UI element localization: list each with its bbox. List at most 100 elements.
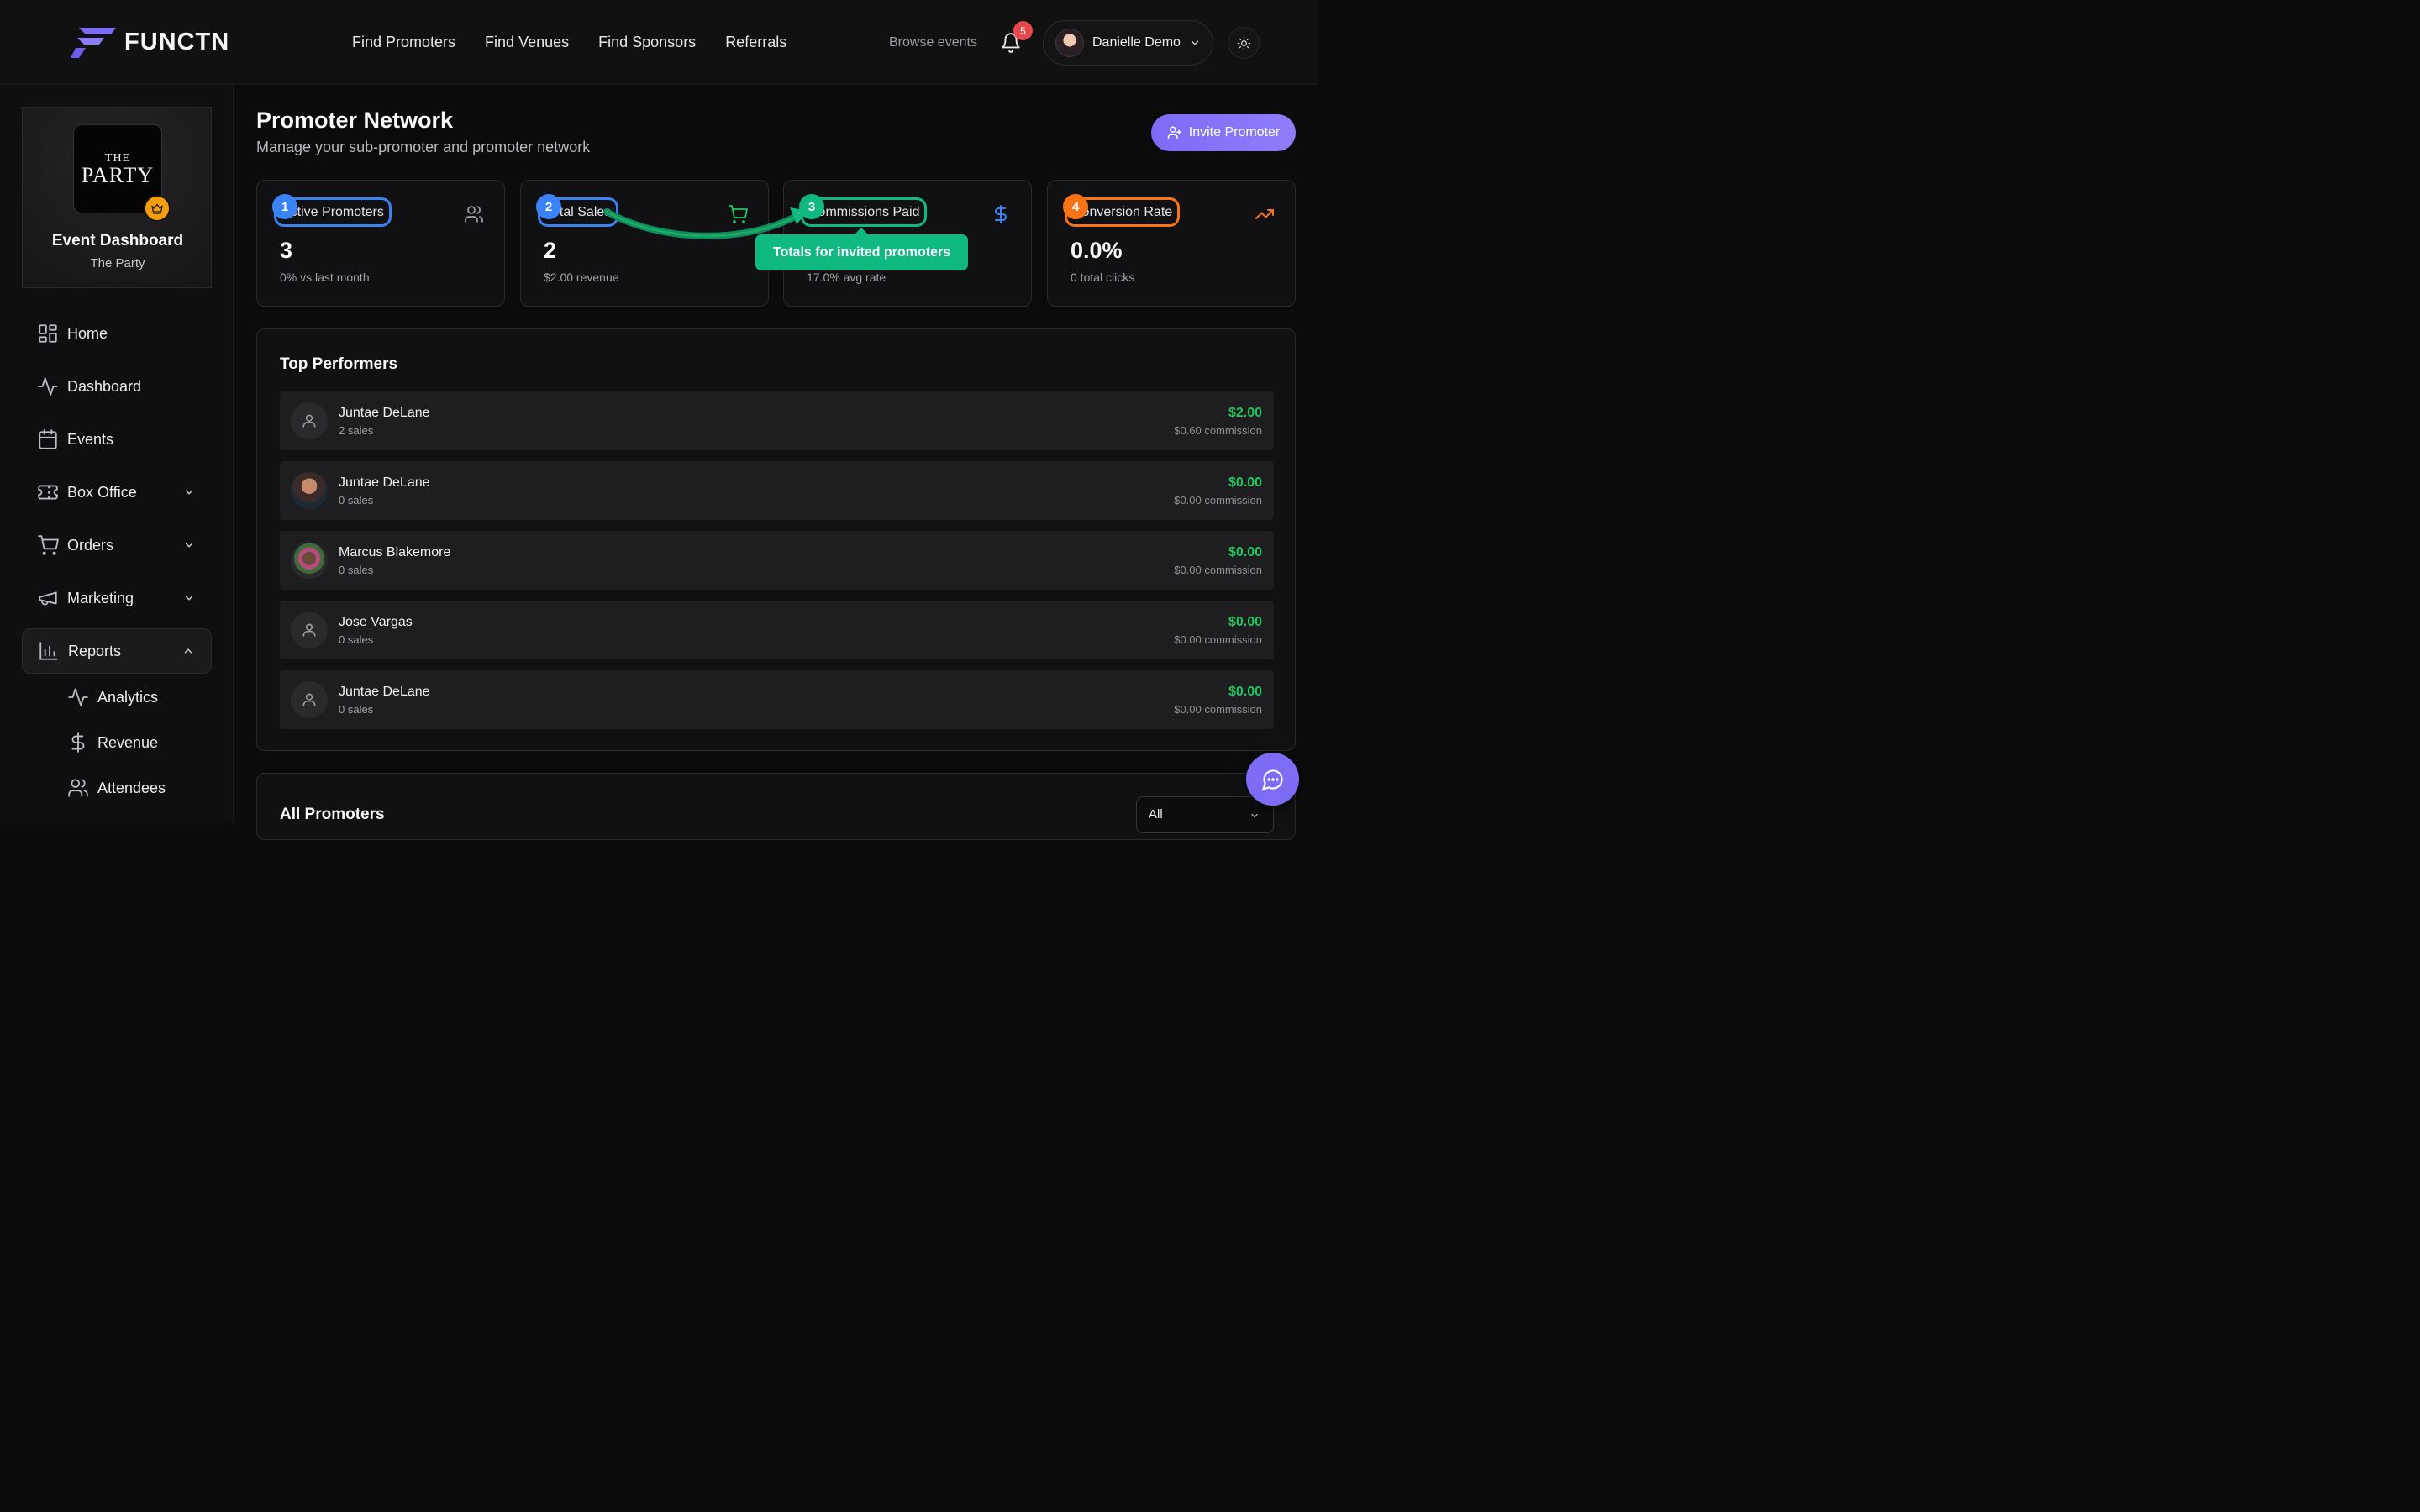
- chevron-down-icon: [1251, 813, 1258, 818]
- avatar: [291, 472, 328, 509]
- functn-logo-icon: [71, 28, 116, 58]
- chat-bubble-icon: [1261, 769, 1283, 790]
- stat-value: 2: [544, 238, 557, 263]
- sidebar-item-label: Box Office: [67, 483, 137, 501]
- nav-find-promoters[interactable]: Find Promoters: [352, 34, 455, 51]
- sidebar-item-label: Reports: [68, 642, 122, 659]
- crown-icon: [144, 195, 171, 222]
- stat-step-badge: 1: [272, 194, 297, 219]
- list-item[interactable]: Juntae DeLane 0 sales $0.00 $0.00 commis…: [280, 670, 1274, 729]
- nav-find-sponsors[interactable]: Find Sponsors: [598, 34, 696, 51]
- stat-card-conversion-rate: Conversion Rate 4 0.0% 0 total clicks: [1047, 180, 1296, 307]
- sidebar-subitem-revenue[interactable]: Revenue: [67, 732, 158, 753]
- list-item[interactable]: Jose Vargas 0 sales $0.00 $0.00 commissi…: [280, 601, 1274, 659]
- event-card[interactable]: THE PARTY Event Dashboard The Party: [22, 107, 212, 288]
- tutorial-tooltip: Totals for invited promoters: [755, 228, 968, 270]
- main-nav: Find Promoters Find Venues Find Sponsors…: [352, 34, 786, 51]
- chevron-down-icon: [185, 543, 193, 548]
- invite-promoter-button[interactable]: Invite Promoter: [1151, 114, 1296, 151]
- event-name: The Party: [90, 256, 145, 270]
- megaphone-icon: [39, 591, 57, 606]
- sidebar-item-dashboard[interactable]: Dashboard: [22, 364, 212, 409]
- sidebar-subitem-attendees[interactable]: Attendees: [67, 777, 166, 799]
- all-promoters-title: All Promoters: [280, 806, 385, 823]
- calendar-icon: [39, 429, 57, 449]
- promoter-amount: $0.00: [1228, 615, 1262, 629]
- promoter-amount: $0.00: [1228, 475, 1262, 490]
- promoter-filter-select[interactable]: All: [1136, 796, 1274, 833]
- sidebar-item-orders[interactable]: Orders: [22, 522, 212, 568]
- top-performers-panel: Top Performers Juntae DeLane 2 sales $2.…: [256, 328, 1296, 751]
- promoter-name: Juntae DeLane: [339, 685, 430, 699]
- bar-chart-icon: [39, 642, 58, 660]
- chevron-down-icon: [1191, 40, 1199, 45]
- top-navbar: FUNCTN Find Promoters Find Venues Find S…: [0, 0, 1318, 85]
- activity-icon: [68, 688, 88, 706]
- event-logo-line2: PARTY: [81, 163, 155, 187]
- activity-icon: [38, 377, 58, 396]
- promoter-sales: 0 sales: [339, 703, 374, 716]
- user-placeholder-icon: [291, 681, 328, 718]
- theme-toggle-button[interactable]: [1228, 27, 1260, 59]
- list-item[interactable]: Juntae DeLane 2 sales $2.00 $0.60 commis…: [280, 391, 1274, 450]
- nav-find-venues[interactable]: Find Venues: [485, 34, 569, 51]
- sidebar-item-box-office[interactable]: Box Office: [22, 470, 212, 515]
- event-dashboard-title: Event Dashboard: [51, 232, 184, 249]
- trending-up-icon: [1255, 209, 1274, 219]
- user-placeholder-icon: [291, 402, 328, 439]
- promoter-sales: 2 sales: [339, 424, 374, 437]
- promoter-name: Marcus Blakemore: [339, 545, 451, 559]
- brand-name: FUNCTN: [124, 28, 230, 55]
- chat-button[interactable]: [1246, 753, 1299, 806]
- sidebar-item-label: Home: [67, 324, 108, 342]
- sidebar-item-label: Dashboard: [67, 377, 142, 395]
- sidebar-item-home[interactable]: Home: [22, 311, 212, 356]
- stat-step-badge: 4: [1063, 194, 1088, 219]
- promoter-name: Jose Vargas: [339, 615, 413, 629]
- sidebar-item-label: Marketing: [67, 589, 134, 606]
- sidebar-item-label: Events: [67, 430, 114, 448]
- sidebar-item-reports[interactable]: Reports: [22, 628, 212, 674]
- promoter-commission: $0.60 commission: [1174, 424, 1262, 437]
- all-promoters-panel: All Promoters All: [256, 773, 1296, 840]
- stat-step-badge: 2: [536, 194, 561, 219]
- stat-footnote: 0 total clicks: [1071, 270, 1135, 284]
- browse-events-link[interactable]: Browse events: [889, 35, 977, 50]
- stat-footnote: 17.0% avg rate: [807, 270, 886, 284]
- chevron-down-icon: [185, 490, 193, 495]
- user-avatar: [1055, 29, 1084, 57]
- promoter-name: Juntae DeLane: [339, 406, 430, 420]
- page-title: Promoter Network: [256, 108, 454, 133]
- list-item[interactable]: Marcus Blakemore 0 sales $0.00 $0.00 com…: [280, 531, 1274, 590]
- promoter-commission: $0.00 commission: [1174, 494, 1262, 507]
- invite-promoter-label: Invite Promoter: [1188, 125, 1281, 139]
- sidebar-item-label: Orders: [67, 536, 114, 554]
- promoter-filter-value: All: [1149, 807, 1163, 822]
- users-icon: [465, 206, 483, 223]
- stat-footnote: 0% vs last month: [280, 270, 370, 284]
- promoter-amount: $0.00: [1228, 545, 1262, 559]
- dollar-icon: [995, 205, 1007, 223]
- sidebar-subitem-label: Revenue: [97, 733, 159, 751]
- list-item[interactable]: Juntae DeLane 0 sales $0.00 $0.00 commis…: [280, 461, 1274, 520]
- user-placeholder-icon: [291, 612, 328, 648]
- stat-value: 3: [280, 238, 293, 263]
- nav-referrals[interactable]: Referrals: [725, 34, 786, 51]
- promoter-sales: 0 sales: [339, 564, 374, 576]
- brand-logo[interactable]: FUNCTN: [71, 26, 229, 58]
- page-subtitle: Manage your sub-promoter and promoter ne…: [256, 139, 591, 155]
- stat-value: 0.0%: [1071, 238, 1123, 263]
- user-menu[interactable]: Danielle Demo: [1043, 20, 1213, 66]
- promoter-commission: $0.00 commission: [1174, 564, 1262, 576]
- sidebar-subitem-label: Attendees: [97, 779, 166, 796]
- promoter-name: Juntae DeLane: [339, 475, 430, 490]
- sun-icon: [1237, 36, 1250, 50]
- user-name: Danielle Demo: [1092, 35, 1181, 50]
- promoter-amount: $2.00: [1228, 406, 1262, 420]
- stat-footnote: $2.00 revenue: [544, 270, 619, 284]
- sidebar-item-marketing[interactable]: Marketing: [22, 575, 212, 621]
- promoter-amount: $0.00: [1228, 685, 1262, 699]
- sidebar-item-events[interactable]: Events: [22, 417, 212, 462]
- sidebar-subitem-analytics[interactable]: Analytics: [67, 686, 158, 708]
- ticket-icon: [38, 485, 58, 500]
